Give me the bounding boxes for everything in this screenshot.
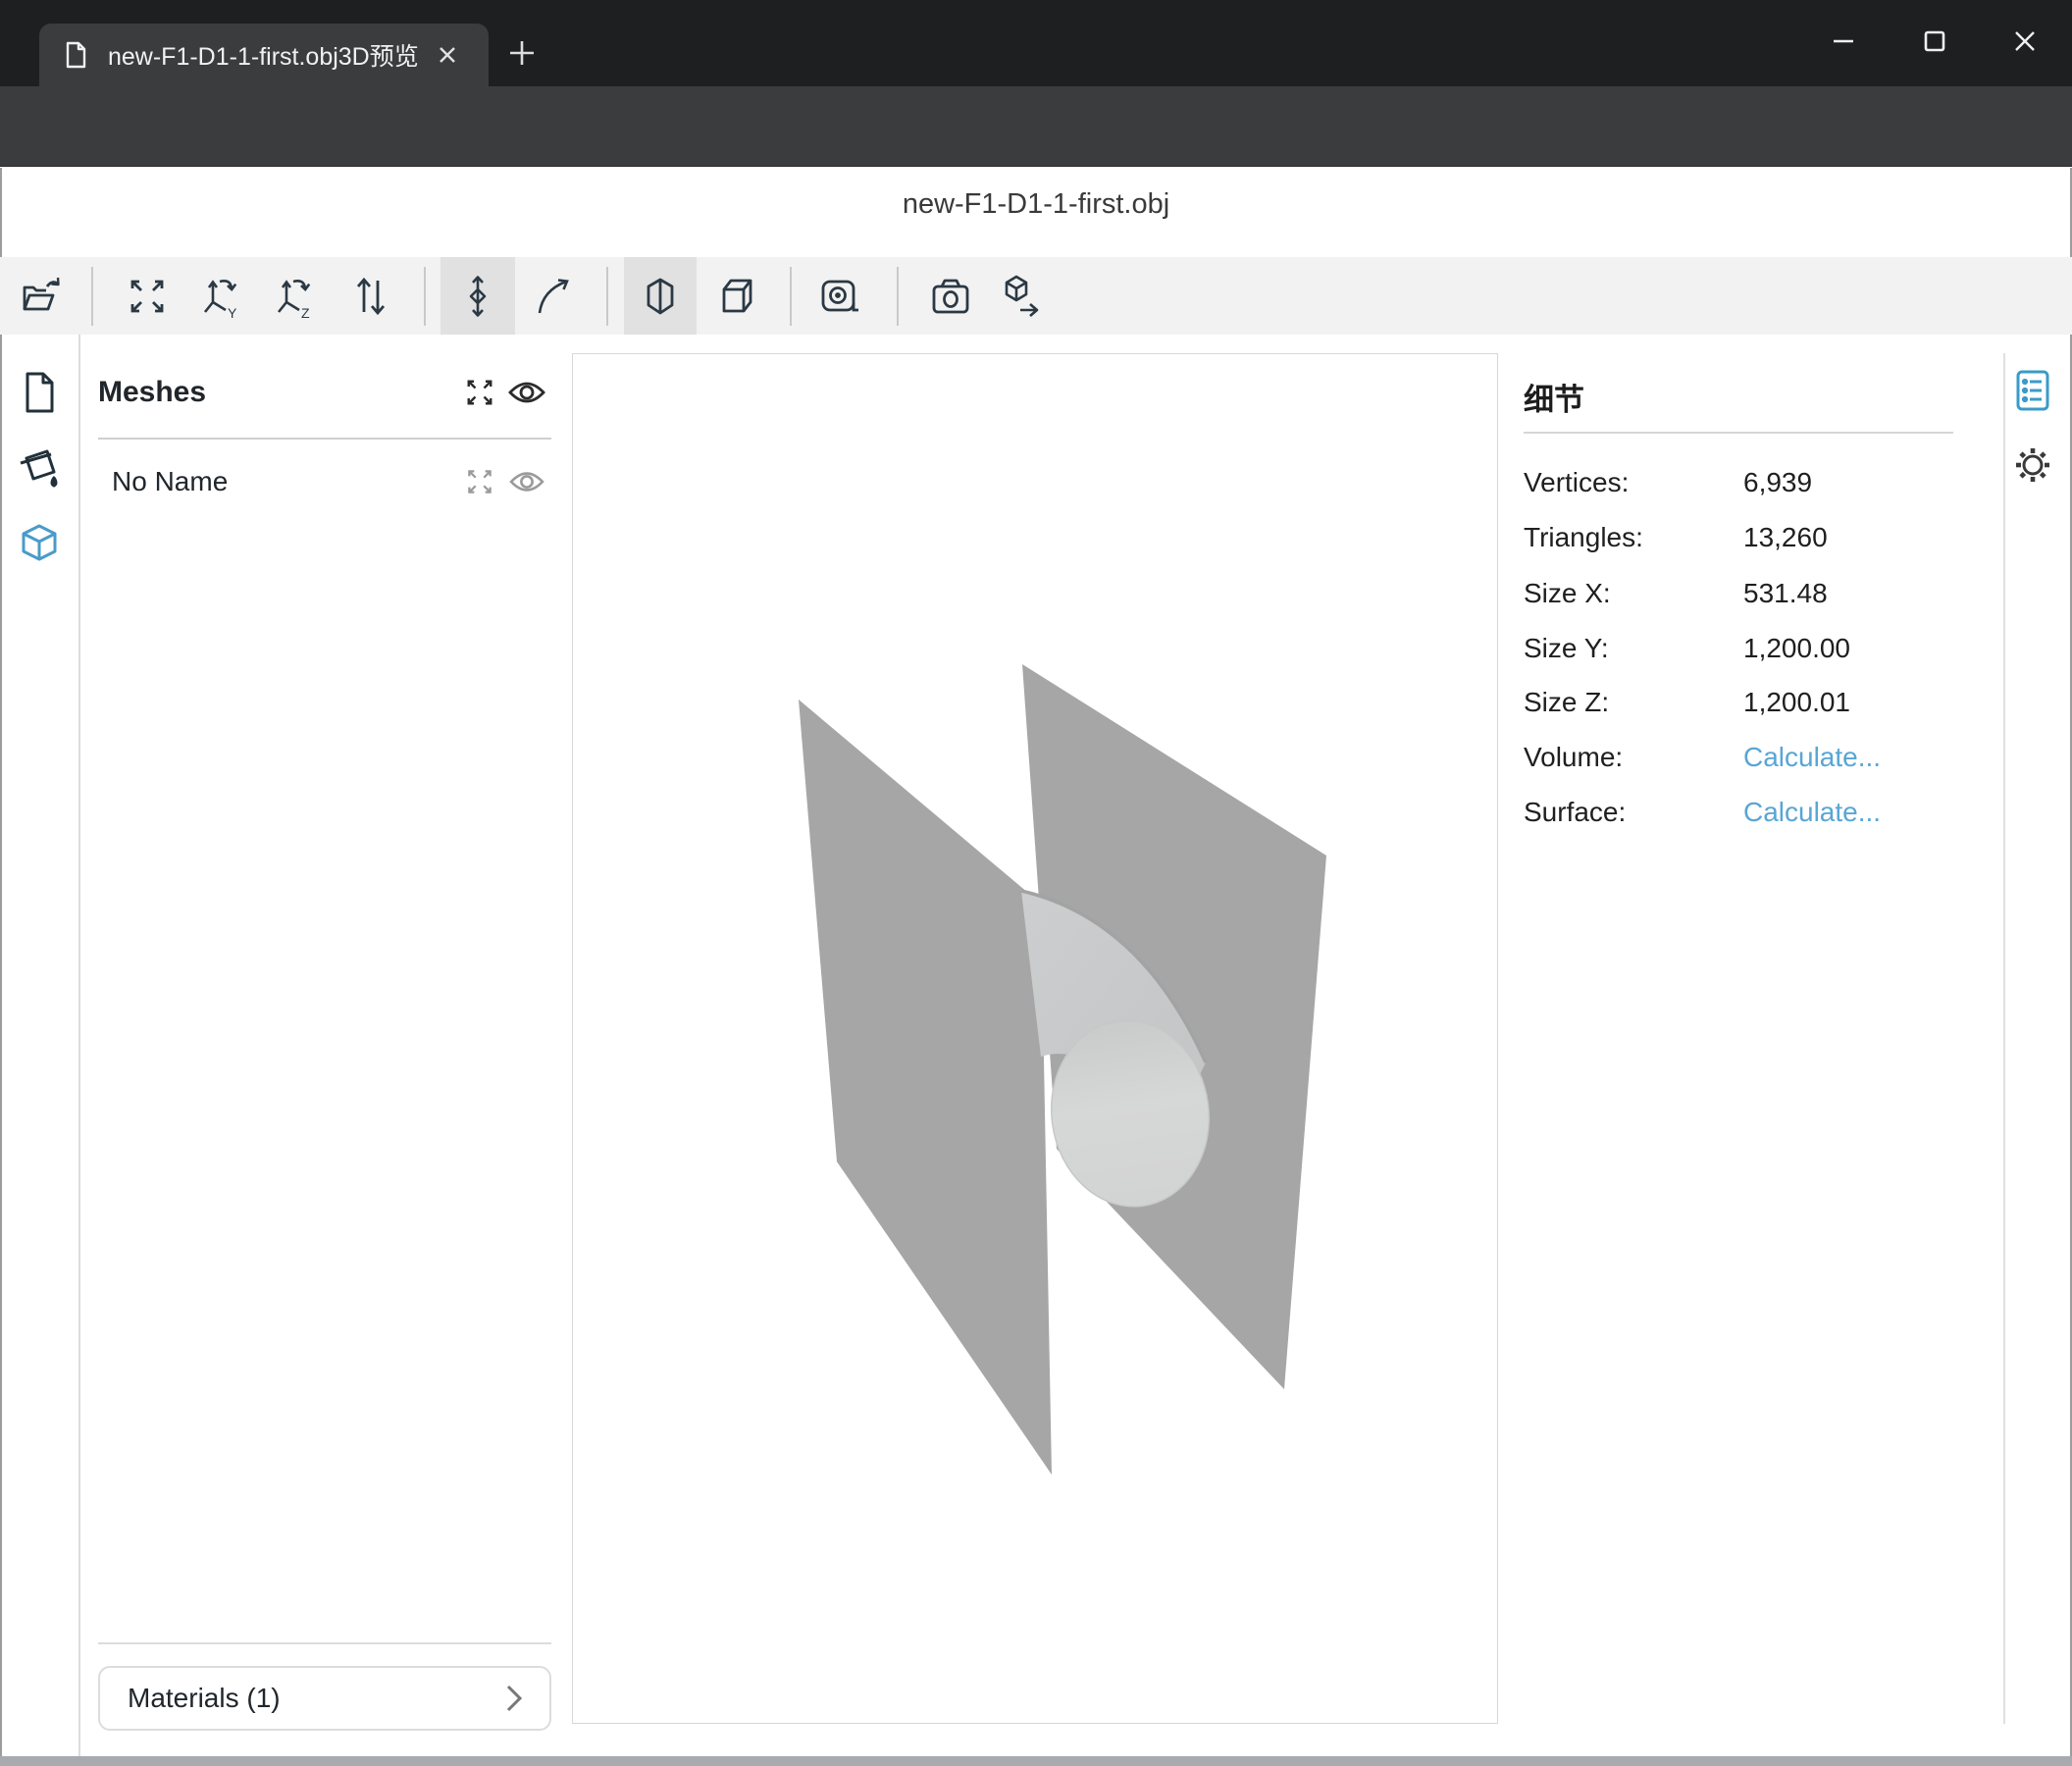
detail-row-vertices: Vertices: 6,939	[1524, 463, 1985, 502]
detail-label: Size Y:	[1524, 633, 1743, 664]
svg-text:Z: Z	[301, 305, 310, 320]
export-model-icon[interactable]	[994, 272, 1043, 321]
tab-title: new-F1-D1-1-first.obj3D预览	[108, 37, 432, 73]
toolbar-separator	[91, 267, 93, 326]
rotate-z-icon[interactable]: Z	[271, 272, 320, 321]
panel-divider	[2003, 353, 2005, 1724]
open-file-icon[interactable]	[17, 272, 66, 321]
tab-close-icon[interactable]	[434, 41, 461, 69]
meshes-panel-header: Meshes	[98, 371, 551, 414]
gear-icon[interactable]	[2005, 438, 2060, 493]
calculate-volume-link[interactable]: Calculate...	[1743, 742, 1881, 773]
panel-divider	[78, 335, 80, 1756]
panel-divider	[98, 438, 551, 440]
document-icon[interactable]	[12, 365, 67, 420]
move-icon[interactable]	[453, 272, 502, 321]
screenshot-icon[interactable]	[926, 272, 975, 321]
detail-value: 531.48	[1743, 578, 1828, 609]
svg-text:Y: Y	[228, 305, 237, 320]
chevron-right-icon	[502, 1682, 549, 1715]
panel-divider	[1524, 432, 1953, 434]
viewer-toolbar: Y Z	[0, 257, 2072, 335]
model-canvas[interactable]	[572, 353, 1498, 1724]
box-view-icon[interactable]	[711, 272, 760, 321]
browser-navbar: https://file.kkview.cn/onlinePreview?url…	[0, 86, 2072, 167]
app-window: new-F1-D1-1-first.obj3D预览	[0, 0, 2072, 1766]
close-button[interactable]	[1986, 10, 2064, 73]
mesh-list-item[interactable]: No Name	[98, 460, 551, 503]
detail-value: 1,200.01	[1743, 687, 1850, 718]
fit-mesh-icon[interactable]	[457, 459, 502, 504]
toolbar-separator	[606, 267, 608, 326]
fit-all-icon[interactable]	[457, 370, 502, 415]
details-list-icon[interactable]	[2005, 363, 2060, 418]
detail-label: Triangles:	[1524, 522, 1743, 553]
detail-value: 6,939	[1743, 467, 1812, 498]
detail-row-size-y: Size Y: 1,200.00	[1524, 629, 1985, 668]
fit-view-icon[interactable]	[123, 272, 172, 321]
material-icon[interactable]	[12, 441, 67, 495]
left-plane	[799, 700, 1052, 1475]
toolbar-separator	[790, 267, 792, 326]
minimize-button[interactable]	[1804, 10, 1883, 73]
detail-value: 1,200.00	[1743, 633, 1850, 664]
maximize-button[interactable]	[1895, 10, 1974, 73]
detail-label: Vertices:	[1524, 467, 1743, 498]
detail-row-size-z: Size Z: 1,200.01	[1524, 683, 1985, 722]
detail-label: Volume:	[1524, 742, 1743, 773]
materials-button[interactable]: Materials (1)	[98, 1666, 551, 1731]
toolbar-separator	[424, 267, 426, 326]
detail-row-triangles: Triangles: 13,260	[1524, 518, 1985, 557]
new-tab-button[interactable]	[498, 29, 545, 77]
detail-row-volume: Volume: Calculate...	[1524, 738, 1985, 777]
flip-vertical-icon[interactable]	[345, 272, 394, 321]
materials-label: Materials (1)	[100, 1683, 502, 1714]
window-bottom-edge	[0, 1756, 2072, 1766]
detail-value: 13,260	[1743, 522, 1828, 553]
browser-titlebar: new-F1-D1-1-first.obj3D预览	[0, 0, 2072, 86]
meshes-title: Meshes	[98, 376, 457, 409]
details-title: 细节	[1524, 375, 1584, 419]
mesh-visibility-eye-icon[interactable]	[502, 459, 551, 504]
calculate-surface-link[interactable]: Calculate...	[1743, 797, 1881, 828]
draw-line-icon[interactable]	[530, 272, 579, 321]
tab-favicon-document-icon	[61, 40, 90, 70]
model-render	[573, 354, 1497, 1723]
panel-divider	[98, 1642, 551, 1644]
detail-label: Size Z:	[1524, 687, 1743, 718]
toolbar-separator	[897, 267, 899, 326]
visibility-eye-icon[interactable]	[502, 370, 551, 415]
model-cube-icon[interactable]	[12, 518, 67, 573]
detail-row-size-x: Size X: 531.48	[1524, 574, 1985, 613]
detail-label: Size X:	[1524, 578, 1743, 609]
split-view-icon[interactable]	[636, 272, 685, 321]
detail-row-surface: Surface: Calculate...	[1524, 793, 1985, 832]
rotate-y-icon[interactable]: Y	[197, 272, 246, 321]
mesh-name: No Name	[98, 466, 457, 497]
page-title: new-F1-D1-1-first.obj	[0, 188, 2072, 221]
detail-label: Surface:	[1524, 797, 1743, 828]
measure-icon[interactable]	[815, 272, 864, 321]
browser-tab[interactable]: new-F1-D1-1-first.obj3D预览	[39, 24, 489, 86]
